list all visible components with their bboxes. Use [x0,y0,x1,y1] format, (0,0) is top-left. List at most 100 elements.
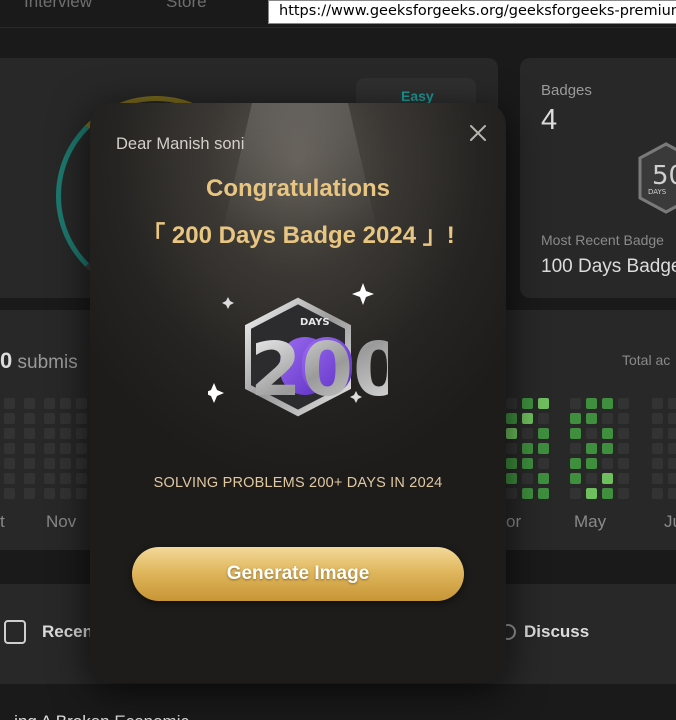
activity-cell[interactable] [538,488,549,499]
activity-cell[interactable] [522,398,533,409]
activity-cell[interactable] [44,398,55,409]
activity-cell[interactable] [538,458,549,469]
activity-cell[interactable] [586,458,597,469]
activity-cell[interactable] [60,473,71,484]
activity-cell[interactable] [668,488,676,499]
nav-item-store[interactable]: Store [166,0,207,12]
activity-cell[interactable] [652,428,663,439]
activity-cell[interactable] [44,473,55,484]
activity-cell[interactable] [602,488,613,499]
activity-cell[interactable] [60,428,71,439]
activity-cell[interactable] [668,398,676,409]
activity-cell[interactable] [668,458,676,469]
activity-cell[interactable] [44,458,55,469]
activity-cell[interactable] [60,398,71,409]
activity-cell[interactable] [538,443,549,454]
activity-cell[interactable] [618,428,629,439]
activity-cell[interactable] [76,428,87,439]
activity-cell[interactable] [586,443,597,454]
activity-cell[interactable] [652,488,663,499]
activity-cell[interactable] [652,398,663,409]
activity-cell[interactable] [4,428,15,439]
activity-cell[interactable] [60,443,71,454]
activity-cell[interactable] [586,488,597,499]
activity-cell[interactable] [668,443,676,454]
activity-cell[interactable] [522,428,533,439]
activity-cell[interactable] [60,488,71,499]
activity-cell[interactable] [76,473,87,484]
activity-cell[interactable] [618,443,629,454]
activity-cell[interactable] [522,413,533,424]
activity-cell[interactable] [24,398,35,409]
activity-cell[interactable] [506,398,517,409]
activity-cell[interactable] [506,488,517,499]
activity-cell[interactable] [4,398,15,409]
activity-cell[interactable] [652,473,663,484]
activity-cell[interactable] [602,428,613,439]
activity-cell[interactable] [76,458,87,469]
activity-cell[interactable] [570,428,581,439]
activity-cell[interactable] [4,458,15,469]
activity-cell[interactable] [570,458,581,469]
activity-cell[interactable] [586,428,597,439]
activity-cell[interactable] [506,443,517,454]
activity-cell[interactable] [24,458,35,469]
activity-cell[interactable] [506,473,517,484]
activity-cell[interactable] [618,458,629,469]
activity-cell[interactable] [76,398,87,409]
activity-cell[interactable] [602,458,613,469]
activity-cell[interactable] [76,443,87,454]
activity-cell[interactable] [24,413,35,424]
activity-cell[interactable] [668,428,676,439]
activity-cell[interactable] [44,413,55,424]
close-button[interactable] [466,121,490,145]
activity-cell[interactable] [602,413,613,424]
activity-cell[interactable] [44,488,55,499]
activity-cell[interactable] [538,473,549,484]
activity-cell[interactable] [76,413,87,424]
activity-cell[interactable] [506,428,517,439]
activity-cell[interactable] [602,473,613,484]
activity-cell[interactable] [44,443,55,454]
activity-cell[interactable] [4,473,15,484]
activity-cell[interactable] [652,443,663,454]
activity-cell[interactable] [618,398,629,409]
activity-cell[interactable] [24,443,35,454]
activity-cell[interactable] [586,413,597,424]
activity-cell[interactable] [538,398,549,409]
activity-cell[interactable] [586,473,597,484]
activity-cell[interactable] [586,398,597,409]
activity-cell[interactable] [24,473,35,484]
activity-cell[interactable] [570,488,581,499]
activity-cell[interactable] [522,443,533,454]
activity-cell[interactable] [618,473,629,484]
activity-cell[interactable] [24,488,35,499]
bottom-list-item[interactable]: ...ing A Broken Economic... [0,712,203,720]
activity-cell[interactable] [570,443,581,454]
activity-cell[interactable] [44,428,55,439]
activity-cell[interactable] [506,413,517,424]
activity-cell[interactable] [618,413,629,424]
activity-cell[interactable] [602,443,613,454]
activity-cell[interactable] [4,413,15,424]
activity-cell[interactable] [570,413,581,424]
activity-cell[interactable] [652,458,663,469]
activity-cell[interactable] [522,458,533,469]
activity-cell[interactable] [506,458,517,469]
activity-cell[interactable] [602,398,613,409]
activity-cell[interactable] [618,488,629,499]
activity-cell[interactable] [652,413,663,424]
activity-cell[interactable] [668,473,676,484]
generate-image-button[interactable]: Generate Image [132,547,464,601]
activity-cell[interactable] [570,398,581,409]
activity-cell[interactable] [668,413,676,424]
activity-cell[interactable] [76,488,87,499]
activity-cell[interactable] [522,473,533,484]
activity-cell[interactable] [4,488,15,499]
activity-cell[interactable] [4,443,15,454]
activity-cell[interactable] [570,473,581,484]
activity-cell[interactable] [522,488,533,499]
tab-discuss[interactable]: Discuss [524,622,589,642]
activity-cell[interactable] [24,428,35,439]
activity-cell[interactable] [538,413,549,424]
